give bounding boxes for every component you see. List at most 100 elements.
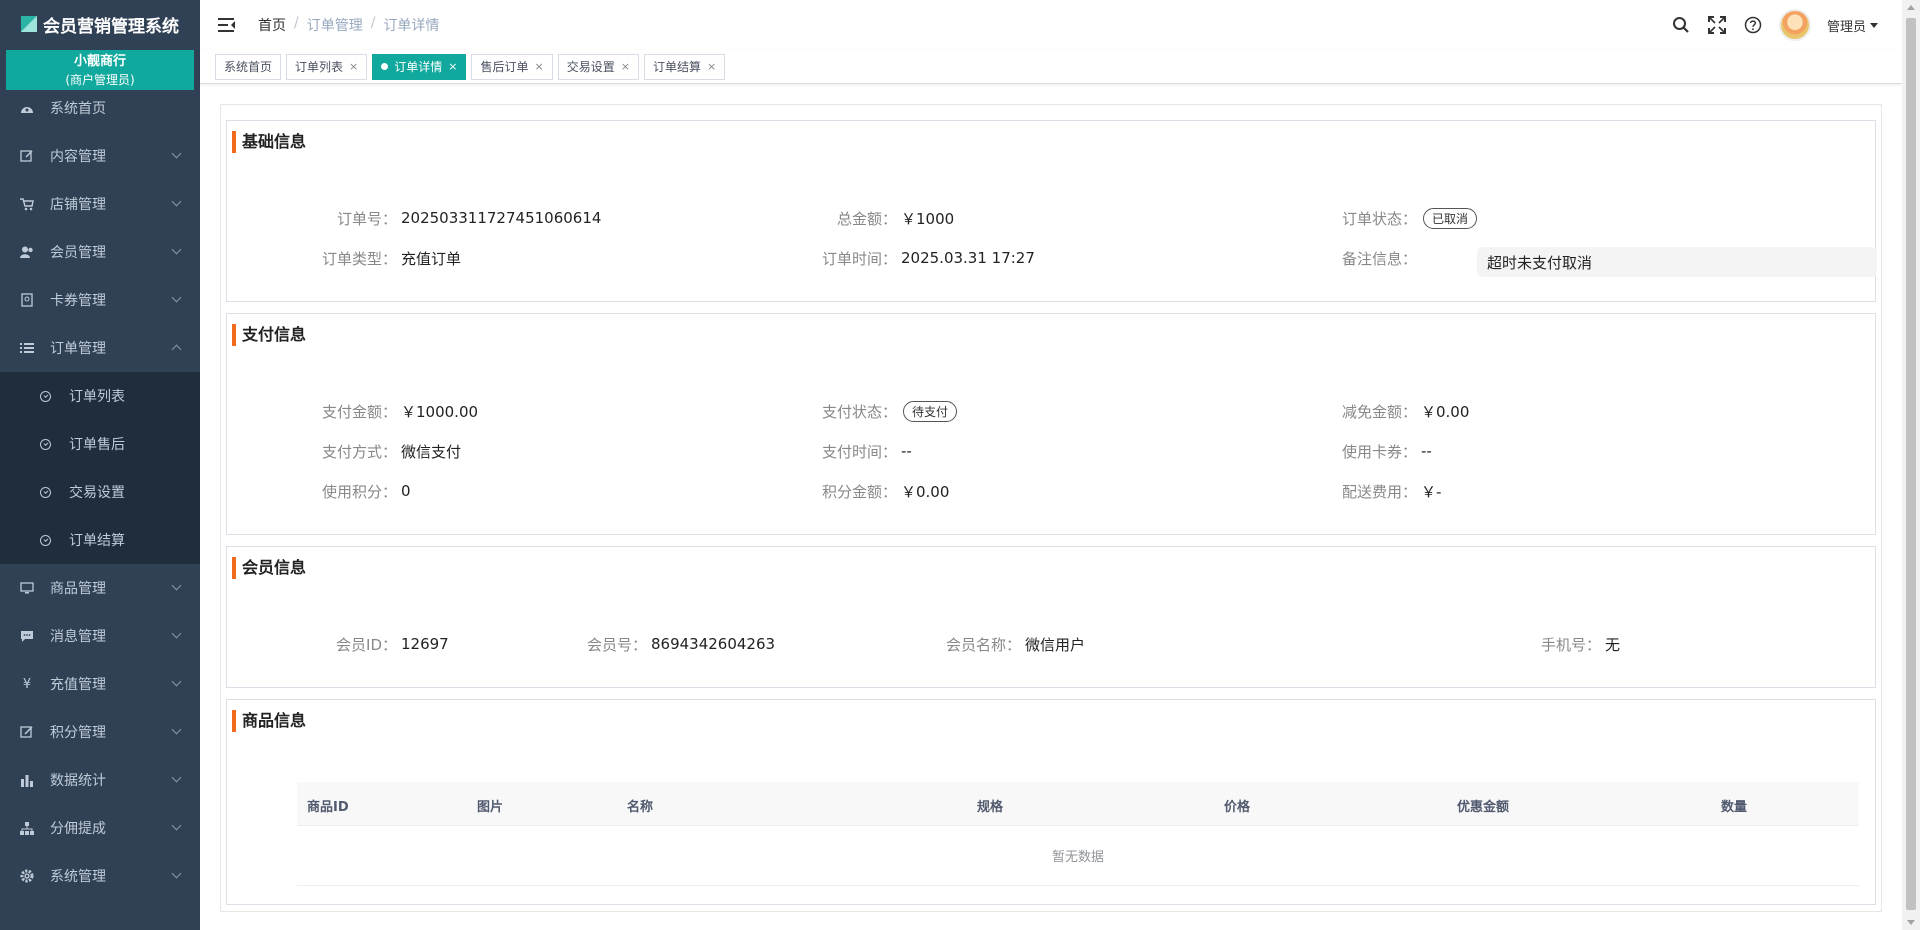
app-logo[interactable]: 会员营销管理系统: [0, 0, 200, 48]
sidebar-item-home[interactable]: 系统首页: [0, 84, 200, 132]
sidebar-subitem-order-list[interactable]: 订单列表: [0, 372, 200, 420]
column-header: 图片: [477, 800, 504, 815]
field-label: 支付金额：: [321, 402, 397, 421]
tag-order-detail[interactable]: 订单详情 ×: [372, 53, 467, 80]
order-time-field: 订单时间： 2025.03.31 17:27: [747, 243, 1035, 273]
tag-home[interactable]: 系统首页: [215, 53, 282, 80]
field-label: 会员名称：: [945, 635, 1021, 654]
sidebar-subitem-label: 订单列表: [69, 389, 125, 405]
sidebar-item-label: 内容管理: [50, 149, 106, 165]
discount-amount: ￥0.00: [1421, 402, 1470, 421]
order-time: 2025.03.31 17:27: [901, 249, 1035, 267]
yen-icon: ¥: [22, 676, 32, 692]
list-icon: [20, 341, 34, 355]
order-detail-panel: 基础信息 订单号： 202503311727451060614 总金额： ￥10…: [220, 104, 1882, 912]
column-header: 商品ID: [307, 800, 349, 815]
sidebar-item-member[interactable]: 会员管理: [0, 228, 200, 276]
sidebar-item-recharge[interactable]: ¥ 充值管理: [0, 660, 200, 708]
close-icon[interactable]: ×: [621, 60, 630, 73]
search-icon[interactable]: [1671, 15, 1691, 35]
field-label: 使用卡券：: [1341, 442, 1417, 461]
field-label: 订单类型：: [321, 249, 397, 268]
sidebar-item-label: 系统首页: [50, 101, 106, 117]
menu-toggle-icon[interactable]: [218, 18, 236, 32]
breadcrumb-home[interactable]: 首页: [258, 15, 286, 35]
column-header: 价格: [1224, 800, 1251, 815]
tag-trade-settings[interactable]: 交易设置 ×: [557, 53, 639, 80]
sidebar-item-message[interactable]: 消息管理: [0, 612, 200, 660]
phone-field: 手机号： 无: [1451, 629, 1620, 659]
sidebar-item-system[interactable]: 系统管理: [0, 852, 200, 900]
field-label: 订单状态：: [1341, 209, 1417, 228]
sidebar-item-label: 订单管理: [50, 341, 106, 357]
pay-status-field: 支付状态： 待支付: [747, 396, 958, 426]
sidebar-item-label: 商品管理: [50, 581, 106, 597]
scroll-thumb[interactable]: [1906, 18, 1916, 910]
close-icon[interactable]: ×: [349, 60, 358, 73]
help-icon[interactable]: [1743, 15, 1763, 35]
field-label: 总金额：: [836, 209, 897, 228]
pay-amount: ￥1000.00: [401, 402, 479, 421]
sidebar-item-stats[interactable]: 数据统计: [0, 756, 200, 804]
sidebar-item-goods[interactable]: 商品管理: [0, 564, 200, 612]
scroll-up-icon[interactable]: [1907, 5, 1915, 10]
status-badge: 待支付: [903, 400, 958, 422]
scroll-down-icon[interactable]: [1907, 920, 1915, 925]
delivery-fee-field: 配送费用： ￥-: [1267, 476, 1441, 506]
breadcrumb-separator: /: [370, 15, 376, 31]
chevron-down-icon: [171, 820, 182, 831]
active-dot-icon: [381, 63, 389, 70]
sidebar-item-coupon[interactable]: 卡券管理: [0, 276, 200, 324]
chevron-down-icon: [171, 580, 182, 591]
app-title: 会员营销管理系统: [43, 16, 179, 37]
sidebar: 会员营销管理系统 小靓商行 (商户管理员) 系统首页 内容管理 店铺管理 会员管…: [0, 0, 200, 930]
sidebar-item-label: 数据统计: [50, 773, 106, 789]
column-header: 优惠金额: [1457, 800, 1510, 815]
sidebar-item-points[interactable]: 积分管理: [0, 708, 200, 756]
delivery-fee: ￥-: [1421, 482, 1442, 501]
points-used: 0: [401, 482, 411, 500]
sidebar-subitem-trade-settings[interactable]: 交易设置: [0, 468, 200, 516]
sidebar-subitem-after-sales[interactable]: 订单售后: [0, 420, 200, 468]
avatar[interactable]: [1778, 9, 1811, 41]
tag-after-sales[interactable]: 售后订单 ×: [471, 53, 553, 80]
goods-table: 商品ID 图片 名称 规格 价格 优惠金额 数量 暂无数据: [297, 782, 1859, 886]
breadcrumb-separator: /: [294, 15, 299, 31]
member-info-card: 会员信息 会员ID： 12697 会员号： 8694342604263 会员名称…: [226, 546, 1876, 688]
fullscreen-icon[interactable]: [1707, 15, 1727, 35]
coupon-field: 使用卡券： --: [1267, 436, 1432, 466]
hierarchy-icon: [20, 821, 34, 835]
cart-icon: [20, 197, 34, 211]
sidebar-item-commission[interactable]: 分佣提成: [0, 804, 200, 852]
circle-check-icon: [40, 390, 51, 402]
page-scrollbar[interactable]: [1902, 0, 1920, 930]
tag-order-list[interactable]: 订单列表 ×: [286, 53, 368, 80]
pay-time-field: 支付时间： --: [747, 436, 912, 466]
points-amount: ￥0.00: [901, 482, 950, 501]
pay-method-field: 支付方式： 微信支付: [247, 436, 461, 466]
close-icon[interactable]: ×: [448, 60, 457, 73]
circle-check-icon: [40, 534, 51, 546]
tag-settlement[interactable]: 订单结算 ×: [643, 53, 726, 80]
field-label: 支付时间：: [821, 442, 897, 461]
chevron-up-icon: [171, 344, 182, 355]
breadcrumb-order-management[interactable]: 订单管理: [307, 15, 363, 35]
sidebar-item-order[interactable]: 订单管理: [0, 324, 200, 372]
chevron-down-icon: [171, 292, 182, 303]
pay-amount-field: 支付金额： ￥1000.00: [247, 396, 478, 426]
monitor-icon: [20, 581, 34, 595]
sidebar-subitem-label: 订单结算: [69, 533, 125, 549]
order-number: 202503311727451060614: [401, 209, 602, 227]
sidebar-item-content[interactable]: 内容管理: [0, 132, 200, 180]
field-label: 积分金额：: [821, 482, 897, 501]
user-name: 管理员: [1826, 19, 1866, 35]
user-menu[interactable]: 管理员: [1827, 16, 1878, 35]
close-icon[interactable]: ×: [707, 60, 716, 73]
tag-label: 订单详情: [394, 60, 443, 74]
member-id-field: 会员ID： 12697: [247, 629, 449, 659]
close-icon[interactable]: ×: [535, 60, 544, 73]
sidebar-item-store[interactable]: 店铺管理: [0, 180, 200, 228]
tag-label: 订单结算: [652, 60, 701, 74]
remark-value: 超时未支付取消: [1477, 247, 1877, 277]
sidebar-subitem-settlement[interactable]: 订单结算: [0, 516, 200, 564]
